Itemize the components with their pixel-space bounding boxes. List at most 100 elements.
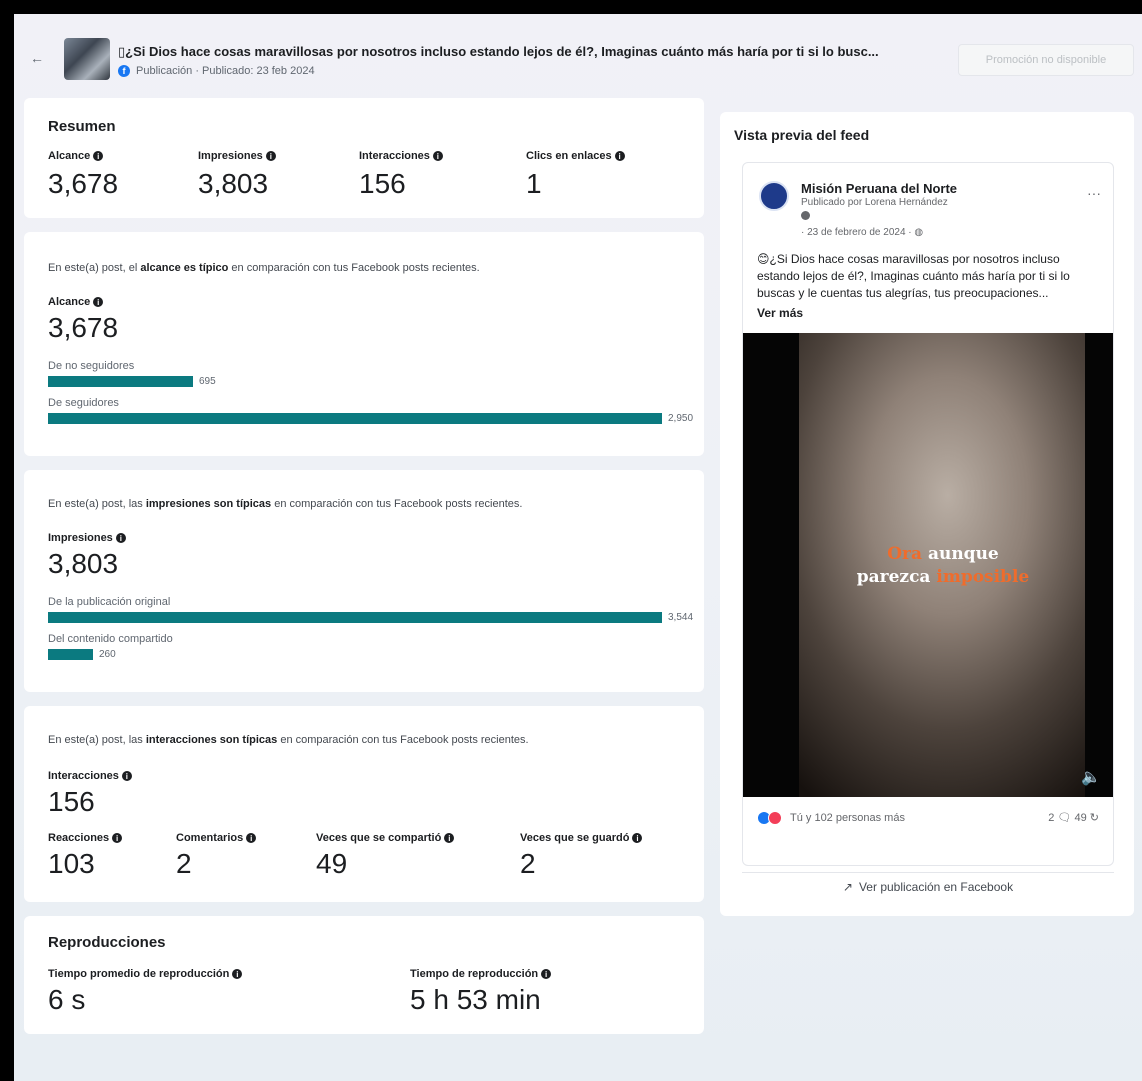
plays-title: Reproducciones <box>48 934 166 951</box>
summary-title: Resumen <box>48 118 116 135</box>
info-icon[interactable]: i <box>265 151 276 161</box>
bar-label: De la publicación original <box>48 596 171 608</box>
info-icon[interactable]: i <box>121 771 132 781</box>
metric-label: Tiempo de reproducción <box>410 968 539 980</box>
note-highlight: impresiones son típicas <box>145 498 272 510</box>
video-player[interactable]: Ora aunque parezca imposible 🔈 <box>743 333 1113 797</box>
video-letterbox-left <box>743 333 799 797</box>
info-icon[interactable]: i <box>444 833 455 843</box>
info-icon[interactable]: i <box>541 969 552 979</box>
interactions-metric: Interacciones i 156 <box>48 770 132 818</box>
overlay-word: Ora <box>887 544 923 564</box>
post-header: ← ▯¿Si Dios hace cosas maravillosas por … <box>14 14 1142 98</box>
posted-by: Publicado por Lorena Hernández <box>801 197 948 208</box>
promotion-unavailable-button[interactable]: Promoción no disponible <box>958 44 1134 76</box>
metric-label: Clics en enlaces <box>526 150 612 162</box>
metric-value: 3,678 <box>48 312 119 343</box>
bar-value: 2,950 <box>668 413 694 424</box>
summary-metric: Impresiones i 3,803 <box>198 150 359 200</box>
metric-value: 2 <box>520 848 536 879</box>
interaction-metric: Comentarios i 2 <box>176 832 316 880</box>
bar-label: De seguidores <box>48 397 119 409</box>
feed-preview-title: Vista previa del feed <box>734 127 870 143</box>
more-options-icon[interactable]: ··· <box>1087 185 1101 201</box>
impressions-metric: Impresiones i 3,803 <box>48 532 126 580</box>
love-icon <box>768 811 782 825</box>
post-date-text: · 23 de febrero de 2024 · <box>801 227 915 238</box>
summary-metric: Alcance i 3,678 <box>48 150 198 200</box>
interactions-breakdown: Reacciones i 103 Comentarios i 2 Veces que… <box>48 832 690 880</box>
info-icon[interactable]: i <box>246 833 257 843</box>
see-more-link[interactable]: Ver más <box>757 306 803 320</box>
interaction-metric: Reacciones i 103 <box>48 832 176 880</box>
metric-label: Veces que se compartió <box>316 832 442 844</box>
post-title: ▯¿Si Dios hace cosas maravillosas por no… <box>118 44 879 59</box>
info-icon[interactable]: i <box>432 151 443 161</box>
original-post-bar <box>48 612 662 623</box>
page-avatar[interactable] <box>759 181 789 211</box>
reach-card: En este(a) post, el alcance es típico en… <box>24 232 704 456</box>
metric-label: Reacciones <box>48 832 110 844</box>
metric-value: 156 <box>359 168 406 199</box>
overlay-word: imposible <box>936 566 1030 587</box>
bar-value: 3,544 <box>668 612 694 623</box>
view-on-facebook-label: Ver publicación en Facebook <box>858 879 1014 894</box>
post-meta: f Publicación · Publicado: 23 feb 2024 <box>118 65 315 77</box>
bar-label: Del contenido compartido <box>48 633 173 645</box>
overlay-word: parezca <box>856 566 937 587</box>
info-icon[interactable]: i <box>632 833 643 843</box>
impressions-card: En este(a) post, las impresiones son típ… <box>24 470 704 692</box>
interaction-metric: Veces que se guardó i 2 <box>520 832 690 880</box>
reach-note: En este(a) post, el alcance es típico en… <box>48 262 480 274</box>
note-text: en comparación con tus Facebook posts re… <box>271 498 523 510</box>
post-text: 😊¿Si Dios hace cosas maravillosas por no… <box>757 252 1070 300</box>
note-text: En este(a) post, las <box>48 734 146 746</box>
plays-metric: Tiempo promedio de reproducción i 6 s <box>48 968 410 1016</box>
metric-label: Comentarios <box>176 832 244 844</box>
impressions-note: En este(a) post, las impresiones son típ… <box>48 498 522 510</box>
metric-value: 3,678 <box>48 168 119 199</box>
bar-label: De no seguidores <box>48 360 135 372</box>
metric-label: Tiempo promedio de reproducción <box>48 968 230 980</box>
non-followers-bar <box>48 376 193 387</box>
comment-share-counts[interactable]: 2 🗨 49 ↻ <box>1048 811 1099 824</box>
external-link-icon: ↗ <box>842 879 853 894</box>
info-icon[interactable]: i <box>93 151 104 161</box>
info-icon[interactable]: i <box>115 533 126 543</box>
page-name[interactable]: Misión Peruana del Norte <box>801 181 957 196</box>
metric-value: 1 <box>526 168 542 199</box>
metric-value: 3,803 <box>48 548 119 579</box>
reach-breakdown: De no seguidores 695 De seguidores 2,950 <box>48 360 698 424</box>
bar-value: 695 <box>199 376 216 387</box>
metric-value: 3,803 <box>198 168 269 199</box>
mute-icon[interactable]: 🔈 <box>1081 767 1101 787</box>
plays-metrics: Tiempo promedio de reproducción i 6 s Tie… <box>48 968 690 1016</box>
note-highlight: alcance es típico <box>140 262 229 274</box>
metric-value: 103 <box>48 848 95 879</box>
info-icon[interactable]: i <box>614 151 625 161</box>
summary-card: Resumen Alcance i 3,678 Impresiones i 3,80… <box>24 98 704 218</box>
info-icon[interactable]: i <box>93 297 104 307</box>
interaction-metric: Veces que se compartió i 49 <box>316 832 520 880</box>
metric-value: 6 s <box>48 984 86 1015</box>
facebook-icon: f <box>118 65 130 77</box>
reactions-summary[interactable]: Tú y 102 personas más <box>757 811 905 825</box>
bar-value: 260 <box>99 649 116 660</box>
interactions-card: En este(a) post, las interacciones son t… <box>24 706 704 902</box>
metric-label: Alcance <box>48 150 91 162</box>
summary-metric: Clics en enlaces i 1 <box>526 150 686 200</box>
metric-label: Impresiones <box>198 150 263 162</box>
back-arrow-icon[interactable]: ← <box>30 50 44 66</box>
view-on-facebook-link[interactable]: ↗ Ver publicación en Facebook <box>742 872 1114 900</box>
insights-page: ← ▯¿Si Dios hace cosas maravillosas por … <box>14 14 1142 1081</box>
metric-value: 2 <box>176 848 192 879</box>
info-icon[interactable]: i <box>232 969 243 979</box>
metric-label: Alcance <box>48 296 91 308</box>
metric-value: 49 <box>316 848 348 879</box>
metric-label: Interacciones <box>359 150 430 162</box>
metric-label: Veces que se guardó <box>520 832 630 844</box>
video-overlay-text: Ora aunque parezca imposible <box>823 543 1063 589</box>
interactions-note: En este(a) post, las interacciones son t… <box>48 734 529 746</box>
followers-bar <box>48 413 662 424</box>
info-icon[interactable]: i <box>112 833 123 843</box>
